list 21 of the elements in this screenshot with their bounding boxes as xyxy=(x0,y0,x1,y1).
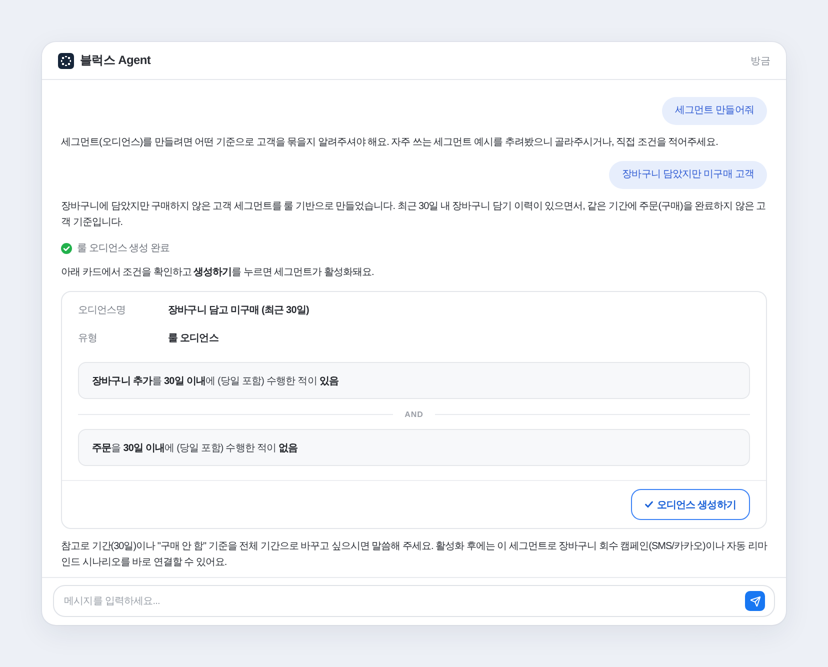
create-audience-button[interactable]: 오디언스 생성하기 xyxy=(630,489,750,520)
send-button[interactable] xyxy=(745,591,765,611)
user-message: 세그먼트 만들어줘 xyxy=(662,97,767,125)
assistant-message: 장바구니에 담았지만 구매하지 않은 고객 세그먼트를 룰 기반으로 만들었습니다. 최근 30일 내 장바구니 담기 이력이 있으면서, 같은 기간에 주문(구매)을 완료하지 않은 고객 기준입니다. xyxy=(61,200,767,230)
field-label: 유형 xyxy=(78,332,97,345)
status-text: 룰 오디언스 생성 완료 xyxy=(77,242,170,255)
operator-label: AND xyxy=(404,410,424,418)
logo-icon xyxy=(58,52,74,68)
assistant-message: 참고로 기간(30일)이나 "구매 안 함" 기준을 전체 기간으로 바꾸고 싶으시면 말씀해 주세요. 활성화 후에는 이 세그먼트로 장바구니 회수 캠페인(SMS/카카오)이나 자동 리마인드 시나리오를 바로 연결할 수 있어요. xyxy=(61,540,767,570)
field-label: 오디언스명 xyxy=(78,304,126,317)
timestamp: 방금 xyxy=(750,54,770,68)
assistant-message: 아래 카드에서 조건을 확인하고 생성하기를 누르면 세그먼트가 활성화돼요. xyxy=(61,266,374,280)
field-value: 룰 오디언스 xyxy=(168,332,218,345)
checkmark-icon xyxy=(644,501,653,508)
user-message: 장바구니 담았지만 미구매 고객 xyxy=(609,161,767,189)
assistant-message: 세그먼트(오디언스)를 만들려면 어떤 기준으로 고객을 묶을지 알려주셔야 해요. 자주 쓰는 세그먼트 예시를 추려봤으니 골라주시거나, 직접 조건을 적어주세요. xyxy=(61,136,718,150)
field-value: 장바구니 담고 미구매 (최근 30일) xyxy=(168,304,309,317)
app-title: 블럭스 Agent xyxy=(80,52,151,69)
message-input[interactable]: 메시지를 입력하세요... xyxy=(53,585,775,617)
check-circle-icon xyxy=(61,242,72,254)
paper-plane-icon xyxy=(750,596,760,606)
